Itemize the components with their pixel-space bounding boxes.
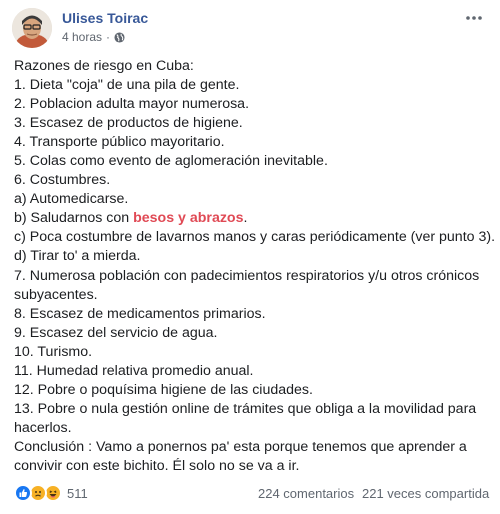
post-line: 8. Escasez de medicamentos primarios.: [14, 305, 266, 322]
post-line-greeting: b) Saludarnos con besos y abrazos.: [14, 209, 488, 228]
shares-count-link[interactable]: 221 veces compartida: [362, 486, 489, 501]
greeting-prefix: b) Saludarnos con: [14, 210, 134, 227]
avatar-image: [12, 8, 52, 48]
post-line: d) Tirar to' a mierda.: [14, 248, 141, 265]
comments-count-link[interactable]: 224 comentarios: [258, 486, 354, 501]
post-line: 5. Colas como evento de aglomeración ine…: [14, 153, 328, 170]
like-icon: [14, 484, 32, 502]
post-line: 13. Pobre o nula gestión online de trámi…: [14, 400, 477, 436]
meta-separator: ·: [106, 30, 111, 44]
post-line: a) Automedicarse.: [14, 191, 129, 208]
post-line: c) Poca costumbre de lavarnos manos y ca…: [14, 229, 496, 246]
post-line: 10. Turismo.: [14, 343, 93, 360]
more-icon: [466, 16, 482, 20]
reactions-count: 511: [67, 485, 88, 501]
post-line: 6. Costumbres.: [14, 172, 111, 189]
post-meta: 4 horas ·: [62, 30, 125, 44]
more-options-button[interactable]: [464, 10, 484, 26]
author-name[interactable]: Ulises Toirac: [62, 10, 148, 26]
post-conclusion: Conclusión : Vamo a ponernos pa' esta po…: [14, 438, 467, 474]
post-text: Razones de riesgo en Cuba: 1. Dieta "coj…: [14, 57, 496, 476]
globe-icon[interactable]: [114, 31, 125, 43]
post-line: 11. Humedad relativa promedio anual.: [14, 362, 254, 379]
avatar[interactable]: [12, 8, 52, 48]
highlighted-phrase: besos y abrazos: [133, 210, 244, 227]
post-line: 4. Transporte público mayoritario.: [14, 134, 225, 151]
post-line: 2. Poblacion adulta mayor numerosa.: [14, 96, 250, 113]
post-stats-bar: 511 224 comentarios 221 veces compartida: [0, 478, 500, 508]
post-line: 3. Escasez de productos de higiene.: [14, 115, 243, 132]
post-header: Ulises Toirac 4 horas ·: [0, 0, 500, 56]
post-time[interactable]: 4 horas: [62, 30, 102, 44]
post-line: Razones de riesgo en Cuba:: [14, 58, 194, 74]
post-line: 12. Pobre o poquísima higiene de las ciu…: [14, 381, 313, 398]
post-line: 7. Numerosa población con padecimientos …: [14, 267, 480, 303]
reactions-summary[interactable]: 511: [14, 484, 88, 502]
post-line: 9. Escasez del servicio de agua.: [14, 324, 218, 341]
post-line: 1. Dieta "coja" de una pila de gente.: [14, 77, 240, 94]
greeting-suffix: .: [243, 210, 248, 227]
